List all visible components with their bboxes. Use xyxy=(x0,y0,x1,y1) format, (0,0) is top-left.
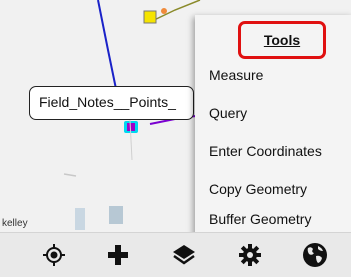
map-point-feature xyxy=(143,10,157,24)
map-line-feature xyxy=(63,173,77,177)
menu-item-label: Measure xyxy=(209,67,264,83)
map-line-feature xyxy=(149,0,201,23)
locate-button[interactable] xyxy=(39,240,69,270)
menu-item-label: Query xyxy=(209,105,248,121)
tools-menu-title: Tools xyxy=(263,32,301,48)
layers-button[interactable] xyxy=(169,240,199,270)
menu-item-label: Enter Coordinates xyxy=(209,143,322,159)
map-area-feature xyxy=(109,206,123,224)
callout-label: Field_Notes__Points_ xyxy=(39,94,176,110)
layers-icon xyxy=(173,245,195,265)
menu-item-enter-coordinates[interactable]: Enter Coordinates xyxy=(195,132,351,170)
map-attribution: kelley xyxy=(2,218,28,229)
basemap-button[interactable] xyxy=(300,240,330,270)
globe-icon xyxy=(303,243,327,267)
add-icon xyxy=(108,245,128,265)
map-area-feature xyxy=(75,208,85,230)
map-point-feature xyxy=(161,8,167,14)
tools-menu-header: Tools xyxy=(238,21,326,59)
locate-icon xyxy=(43,244,65,266)
tools-menu: Tools Measure Query Enter Coordinates Co… xyxy=(195,15,351,237)
feature-callout[interactable]: Field_Notes__Points_ xyxy=(29,86,194,120)
selected-point-feature xyxy=(127,123,135,131)
add-button[interactable] xyxy=(103,240,133,270)
menu-item-label: Buffer Geometry xyxy=(209,211,312,227)
bottom-toolbar xyxy=(0,232,351,277)
menu-item-measure[interactable]: Measure xyxy=(195,56,351,94)
gear-icon xyxy=(239,244,261,266)
settings-button[interactable] xyxy=(235,240,265,270)
menu-item-label: Copy Geometry xyxy=(209,181,308,197)
menu-item-query[interactable]: Query xyxy=(195,94,351,132)
